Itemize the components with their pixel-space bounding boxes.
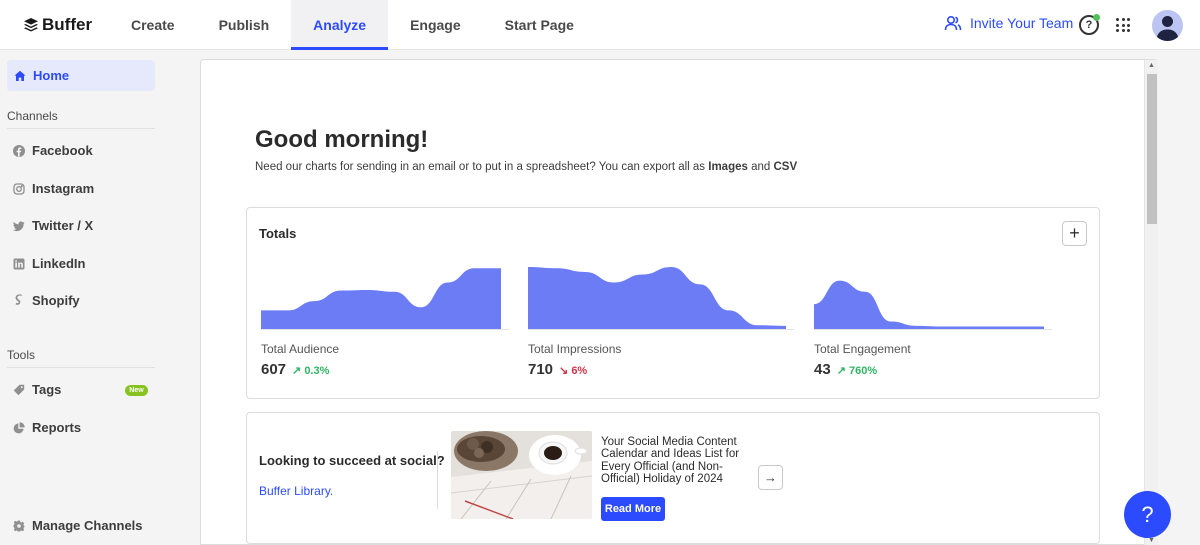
divider (7, 367, 155, 368)
tag-icon (13, 384, 25, 396)
metric-change-value: 0.3% (304, 365, 330, 377)
scrollbar-thumb[interactable] (1147, 74, 1157, 224)
metric-change-value: 760% (848, 365, 878, 377)
help-center-icon[interactable]: ? (1079, 14, 1100, 35)
nav-publish[interactable]: Publish (197, 0, 292, 50)
metric-value: 43 (814, 361, 831, 378)
chart-area (261, 268, 501, 329)
divider (437, 451, 438, 509)
divider (7, 128, 155, 129)
metric-change-down: ↘ 6% (559, 365, 588, 377)
instagram-icon (13, 182, 25, 195)
add-chart-button[interactable]: + (1062, 221, 1087, 246)
metric-value: 607 (261, 361, 287, 378)
analyze-home-panel: Good morning! Need our charts for sendin… (200, 59, 1158, 545)
top-navigation: Buffer Create Publish Analyze Engage Sta… (0, 0, 1200, 50)
sidebar-item-label: Reports (32, 420, 82, 435)
export-images-link[interactable]: Images (708, 161, 748, 173)
sidebar-item-label: Instagram (32, 181, 95, 196)
sidebar-item-shopify[interactable]: Shopify (13, 293, 80, 308)
channels-heading: Channels (7, 109, 58, 123)
sidebar-item-label: Shopify (32, 293, 80, 308)
page-title: Good morning! (255, 126, 429, 153)
metric-label-engagement: Total Engagement (814, 342, 911, 356)
buffer-logo[interactable]: Buffer (24, 15, 92, 35)
metric-audience: 607 ↗ 0.3% (261, 361, 329, 378)
nav-start-page[interactable]: Start Page (483, 0, 596, 50)
sidebar-item-label: LinkedIn (32, 256, 86, 271)
promo-card: Looking to succeed at social? Buffer Lib… (246, 412, 1100, 544)
twitter-icon (13, 220, 25, 232)
sidebar-item-twitter[interactable]: Twitter / X (13, 218, 93, 233)
pie-chart-icon (13, 421, 25, 434)
metric-label-audience: Total Audience (261, 342, 340, 356)
export-csv-link[interactable]: CSV (773, 161, 797, 173)
next-article-button[interactable]: → (758, 465, 783, 490)
buffer-logo-text: Buffer (42, 15, 93, 34)
metric-change-up: ↗ 0.3% (292, 365, 330, 377)
sidebar-item-label: Twitter / X (32, 218, 94, 233)
promo-question: Looking to succeed at social? (259, 453, 445, 468)
sidebar-item-label: Manage Channels (32, 518, 143, 533)
nav-analyze[interactable]: Analyze (291, 0, 389, 50)
nav-engage[interactable]: Engage (388, 0, 483, 50)
linkedin-icon (13, 258, 25, 270)
user-avatar[interactable] (1152, 10, 1183, 41)
facebook-icon (13, 144, 25, 157)
sidebar-item-tags[interactable]: Tags (13, 382, 61, 397)
help-chat-button[interactable]: ? (1124, 491, 1171, 538)
home-icon (14, 70, 26, 81)
buffer-logo-icon (24, 18, 38, 32)
user-avatar-icon (1156, 16, 1179, 41)
chart-area (528, 267, 786, 329)
article-thumbnail[interactable] (451, 431, 592, 519)
export-hint: Need our charts for sending in an email … (255, 161, 797, 173)
sidebar-item-reports[interactable]: Reports (13, 420, 81, 435)
impressions-chart (528, 267, 794, 330)
sidebar: Home Channels Facebook Instagram Twitter… (0, 50, 162, 545)
shopify-icon (13, 294, 25, 307)
invite-team-button[interactable]: Invite Your Team (944, 14, 1073, 32)
metric-impressions: 710 ↘ 6% (528, 361, 587, 378)
export-hint-text: Need our charts for sending in an email … (255, 161, 709, 173)
sidebar-item-label: Tags (32, 382, 62, 397)
nav-create[interactable]: Create (109, 0, 197, 50)
metric-change-up: ↗ 760% (836, 365, 878, 377)
sidebar-item-home[interactable]: Home (7, 60, 155, 91)
scrollbar[interactable]: ▲ ▼ (1144, 60, 1158, 545)
notification-dot (1093, 14, 1100, 21)
sidebar-item-facebook[interactable]: Facebook (13, 143, 93, 158)
metric-change-value: 6% (571, 365, 588, 377)
export-hint-and: and (747, 161, 774, 173)
sidebar-item-label: Home (33, 68, 70, 83)
sidebar-item-linkedin[interactable]: LinkedIn (13, 256, 85, 271)
buffer-library-link[interactable]: Buffer Library. (259, 484, 333, 498)
article-title[interactable]: Your Social Media Content Calendar and I… (601, 436, 743, 486)
apps-grid-icon[interactable] (1116, 18, 1130, 32)
invite-team-label: Invite Your Team (970, 15, 1074, 31)
new-badge: New (125, 385, 148, 396)
gear-icon (13, 520, 25, 532)
metric-value: 710 (528, 361, 554, 378)
arrow-right-icon: → (764, 470, 777, 485)
scroll-up-icon[interactable]: ▲ (1148, 62, 1155, 69)
sidebar-item-instagram[interactable]: Instagram (13, 181, 94, 196)
engagement-chart (814, 280, 1052, 330)
users-icon (944, 15, 962, 31)
main-nav: Create Publish Analyze Engage Start Page (109, 0, 596, 50)
totals-title: Totals (259, 226, 297, 241)
audience-chart (261, 268, 509, 330)
tools-heading: Tools (7, 348, 36, 362)
chart-area (814, 280, 1044, 329)
help-center-glyph: ? (1085, 19, 1093, 31)
read-more-button[interactable]: Read More (601, 497, 665, 521)
sidebar-item-label: Facebook (32, 143, 93, 158)
metric-engagement: 43 ↗ 760% (814, 361, 877, 378)
scroll-down-icon[interactable]: ▼ (1148, 537, 1155, 544)
totals-card: Totals + Total Audience 607 ↗ 0.3% Total… (246, 207, 1100, 399)
metric-label-impressions: Total Impressions (528, 342, 622, 356)
sidebar-item-manage-channels[interactable]: Manage Channels (13, 518, 143, 533)
